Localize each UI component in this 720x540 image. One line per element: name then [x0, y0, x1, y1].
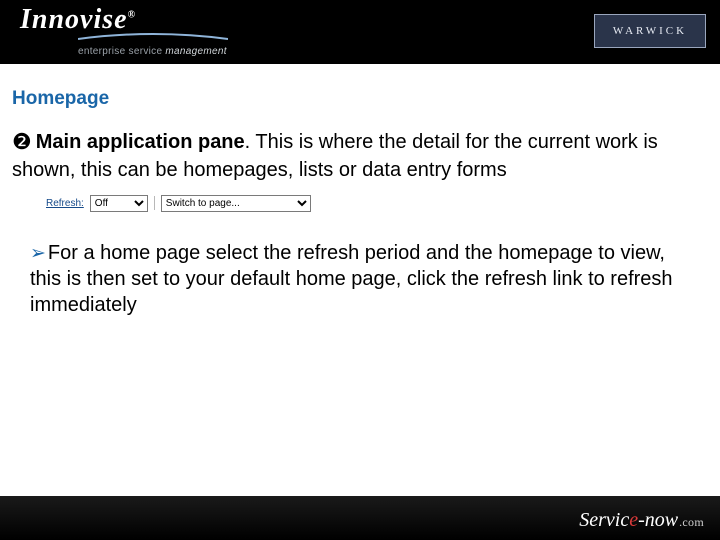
slide: Innovise® enterprise service management …	[0, 0, 720, 540]
logo-tagline: enterprise service management	[78, 46, 228, 57]
body-area: Homepage ❷Main application pane. This is…	[0, 64, 720, 318]
footer-brand-left: Service-now	[579, 509, 678, 531]
sub-text: For a home page select the refresh perio…	[30, 242, 673, 317]
arrow-bullet-icon: ➢	[30, 243, 46, 264]
warwick-text: WARWICK	[613, 25, 687, 37]
refresh-period-select[interactable]: Off	[90, 195, 148, 212]
registered-icon: ®	[128, 10, 136, 21]
warwick-badge: WARWICK	[594, 14, 706, 48]
refresh-toolbar: Refresh: Off Switch to page...	[40, 193, 317, 216]
toolbar-separator	[154, 196, 155, 210]
footer-brand-head: Servic	[579, 509, 629, 531]
footer-brand-tail: -now	[638, 509, 678, 531]
page-title: Homepage	[12, 88, 708, 110]
footer-brand-right: .com	[679, 515, 704, 529]
refresh-link[interactable]: Refresh:	[46, 198, 84, 209]
main-lead: Main application pane	[36, 131, 245, 153]
tagline-prefix: enterprise service	[78, 46, 165, 57]
header-bar: Innovise® enterprise service management …	[0, 0, 720, 64]
footer-brand-highlight: e	[629, 509, 638, 531]
circled-two-icon: ❷	[12, 129, 32, 154]
tagline-em: management	[165, 46, 226, 57]
service-now-logo: Service-now.com	[579, 509, 704, 532]
switch-page-select[interactable]: Switch to page...	[161, 195, 311, 212]
footer-bar: Service-now.com	[0, 496, 720, 540]
innovise-logo: Innovise® enterprise service management	[20, 6, 228, 57]
main-paragraph: ❷Main application pane. This is where th…	[12, 128, 700, 183]
sub-paragraph: ➢For a home page select the refresh peri…	[30, 240, 700, 319]
